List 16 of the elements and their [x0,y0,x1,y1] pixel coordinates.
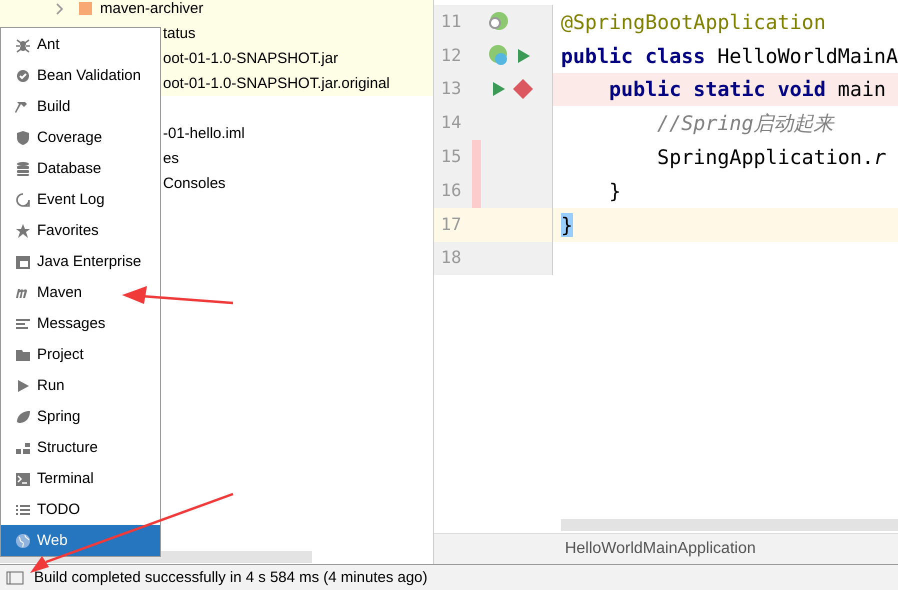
tree-item-label: Consoles [163,175,226,192]
line-number: 17 [440,214,462,235]
line-number: 15 [440,147,462,168]
line-number: 13 [440,79,462,100]
status-message: Build completed successfully in 4 s 584 ms (4 minutes ago) [34,569,428,586]
tree-item-label: -01-hello.iml [163,125,245,142]
tree-item-label: oot-01-1.0-SNAPSHOT.jar [163,50,338,67]
tree-item-label: maven-archiver [100,0,204,17]
line-number: 11 [440,12,462,32]
tree-item-label: tatus [163,25,196,42]
tree-item-label: es [163,150,179,167]
line-number: 12 [440,46,462,66]
line-number: 16 [440,180,462,201]
tree-item-label: oot-01-1.0-SNAPSHOT.jar.original [163,75,390,92]
line-number: 18 [440,248,462,268]
line-number: 14 [440,113,462,134]
